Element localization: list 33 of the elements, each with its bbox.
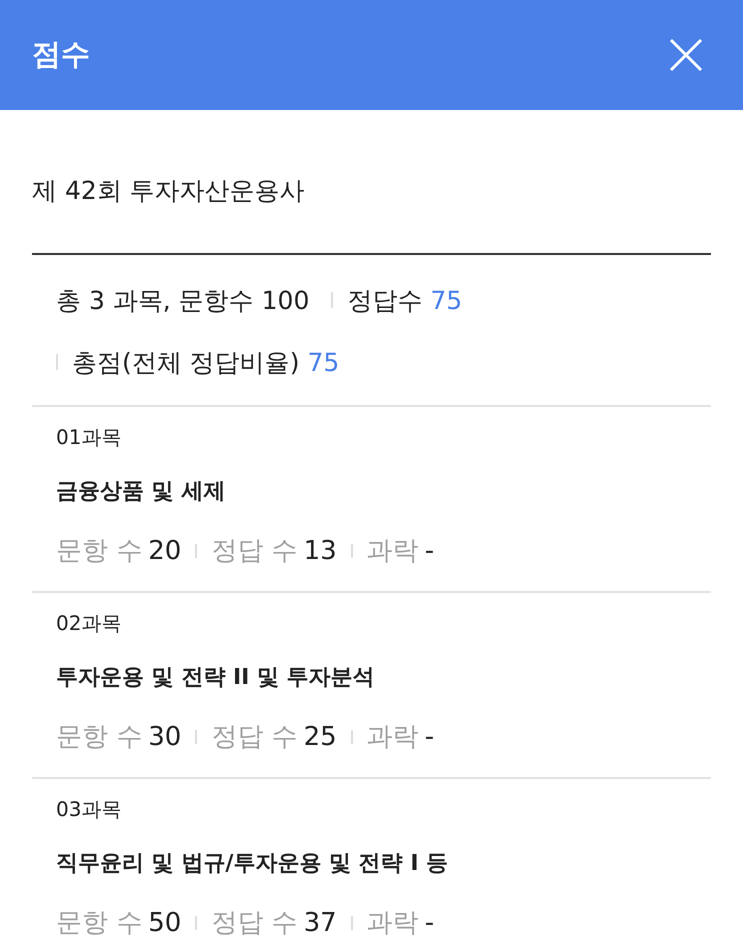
stat-value: 50 [148,908,182,938]
stat-label: 문항 수 [56,907,142,940]
exam-title: 제 42회 투자자산운용사 [32,110,711,255]
stat-label: 과락 [366,535,419,568]
stat-value: 30 [148,722,182,752]
summary-value: 75 [307,348,340,376]
subject-number: 01과목 [56,424,122,451]
summary-label: 정답수 [347,284,422,316]
summary-value: 75 [430,286,462,314]
stat-label: 정답 수 [211,907,298,940]
stat-label: 정답 수 [211,721,298,754]
summary-label: 총점(전체 정답비율) [72,346,300,378]
close-button[interactable] [669,38,703,72]
summary-label: 총 3 과목, 문항수 100 [56,284,310,316]
stat-label: 정답 수 [211,535,298,568]
stat-value: 13 [304,536,337,566]
subject-number: 02과목 [56,610,122,637]
stat-value: - [424,536,434,566]
subject-number: 03과목 [56,796,122,823]
stat-label: 문항 수 [56,721,142,754]
stat-value: 20 [148,536,182,566]
stat-value: 37 [304,908,337,938]
dialog-title: 점수 [32,36,90,73]
stat-value: - [424,722,434,752]
stat-value: 25 [304,722,337,752]
stat-value: - [424,908,434,938]
stat-label: 과락 [366,907,419,940]
close-icon [669,38,703,72]
stat-label: 과락 [366,721,419,754]
stat-label: 문항 수 [56,535,142,568]
subject-name: 직무윤리 및 법규/투자운용 및 전략 I 등 [56,850,450,878]
subject-name: 금융상품 및 세제 [56,478,226,506]
subject-name: 투자운용 및 전략 II 및 투자분석 [56,664,376,692]
